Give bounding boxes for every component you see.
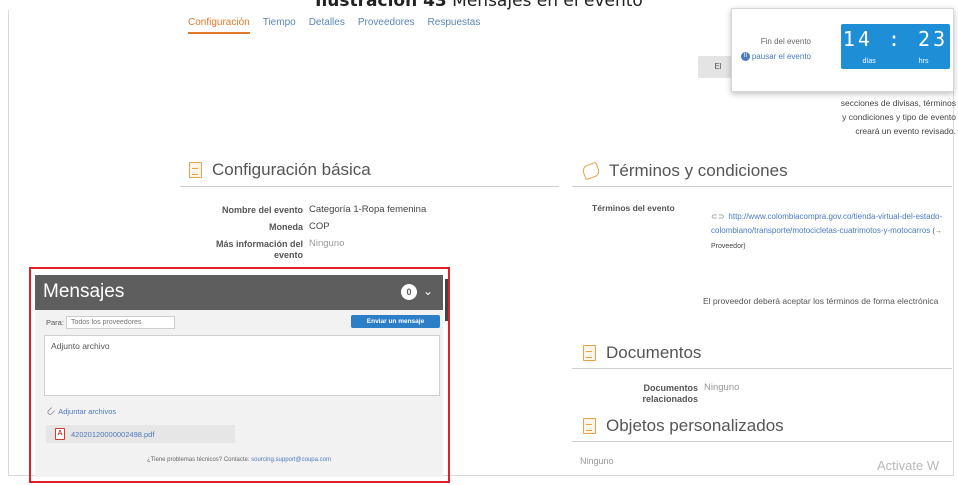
divider: [572, 186, 952, 187]
currency-value: COP: [309, 221, 330, 232]
terms-accept-text: El proveedor deberá aceptar los términos…: [703, 296, 939, 306]
basic-config-title: Configuración básica: [189, 160, 371, 180]
terms-title-text: Términos y condiciones: [609, 161, 788, 180]
pause-event-link[interactable]: II pausar el evento: [740, 52, 811, 61]
tab-proveedores[interactable]: Proveedores: [358, 17, 415, 34]
unit-hours: hrs: [918, 58, 929, 65]
basic-config-title-text: Configuración básica: [212, 160, 371, 179]
pause-event-label: pausar el evento: [751, 52, 811, 61]
documents-title-text: Documentos: [606, 343, 702, 362]
divider: [572, 441, 952, 442]
scroll-icon: [581, 161, 601, 181]
terms-label: Términos del evento: [592, 203, 675, 213]
custom-objects-value: Ninguno: [580, 456, 614, 466]
documents-title: Documentos: [583, 343, 701, 363]
event-name-value: Categoría 1-Ropa femenina: [309, 204, 427, 215]
revised-event-note: secciones de divisas, términos y condici…: [840, 98, 956, 136]
divider: [180, 186, 559, 187]
field-label: Moneda: [268, 222, 303, 232]
event-tabs: Configuración Tiempo Detalles Proveedore…: [188, 17, 480, 34]
countdown-digits: 14 : 23: [842, 27, 949, 51]
terms-title: Términos y condiciones: [581, 161, 788, 181]
document-icon: [583, 345, 596, 361]
more-info-value: Ninguno: [309, 238, 345, 249]
tab-configuracion[interactable]: Configuración: [188, 17, 250, 34]
field-label: Nombre del evento: [221, 205, 303, 215]
terms-url[interactable]: http://www.colombiacompra.gov.co/tienda-…: [711, 212, 942, 235]
unit-days: días: [862, 58, 876, 65]
tab-detalles[interactable]: Detalles: [309, 17, 345, 34]
divider: [572, 368, 952, 369]
link-icon: ⊂⊃: [711, 212, 725, 221]
documents-value: Ninguno: [704, 382, 740, 393]
tab-tiempo[interactable]: Tiempo: [263, 17, 296, 34]
field-label: Más información del evento: [215, 239, 303, 260]
highlight-outline: [29, 267, 450, 483]
custom-objects-title-text: Objetos personalizados: [606, 416, 784, 435]
terms-link[interactable]: ⊂⊃ http://www.colombiacompra.gov.co/tiend…: [711, 210, 947, 254]
pause-icon: II: [740, 52, 750, 61]
document-icon: [583, 418, 596, 434]
custom-objects-title: Objetos personalizados: [583, 416, 784, 436]
document-icon: [189, 162, 202, 178]
tab-respuestas[interactable]: Respuestas: [428, 17, 481, 34]
timer-label: Fin del evento: [760, 37, 811, 46]
field-label: Documentos relacionados: [642, 383, 698, 404]
windows-activation-watermark: Activate W: [877, 458, 940, 473]
countdown-clock: 14 : 23 días hrs: [841, 24, 950, 69]
